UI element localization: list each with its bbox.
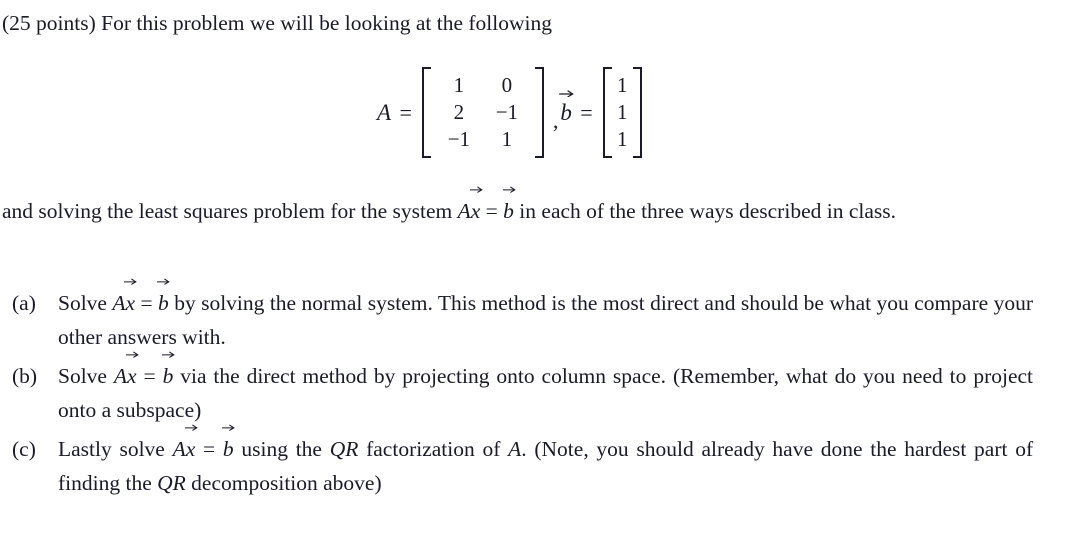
intro-paragraph: (25 points) For this problem we will be … xyxy=(2,11,552,35)
math-QR-second: QR xyxy=(157,471,186,495)
inline-equation-Ax-equals-b: Ax = b xyxy=(113,351,180,388)
math-QR-first: QR xyxy=(329,437,359,461)
item-label-b: (b) xyxy=(12,364,38,388)
matrix-cell: −1 xyxy=(495,100,519,124)
equation-row: A = 1 0 2 −1 −1 1 , b = 1 1 1 xyxy=(377,60,644,165)
math-vector-x: x xyxy=(124,278,138,320)
math-b: b xyxy=(158,291,169,315)
paragraph-text-before-math: and solving the least squares problem fo… xyxy=(2,199,453,223)
bracket-right-A xyxy=(534,67,544,158)
math-equals: = xyxy=(485,199,498,223)
math-b: b xyxy=(222,437,234,461)
matrix-row: 1 0 xyxy=(435,72,531,99)
matrix-row: 1 xyxy=(615,126,630,153)
least-squares-paragraph: and solving the least squares problem fo… xyxy=(2,186,1033,228)
vector-b: 1 1 1 xyxy=(602,67,642,158)
bracket-right-b xyxy=(632,67,642,158)
list-item-b: (b) Solve Ax = b via the direct method b… xyxy=(2,351,1034,427)
item-c-mid-text-2: factorization of xyxy=(366,437,501,461)
math-A-second: A xyxy=(508,437,522,461)
equals-sign-1: = xyxy=(399,99,412,125)
equals-sign-2: = xyxy=(580,99,593,125)
math-x: x xyxy=(125,291,136,315)
math-equals: = xyxy=(140,291,153,315)
matrix-cell: 1 xyxy=(616,73,628,97)
math-A: A xyxy=(113,364,128,388)
vector-arrow-icon xyxy=(469,186,483,193)
item-b-text-after-math: via the direct method by projecting onto… xyxy=(58,364,1034,422)
math-x: x xyxy=(185,437,196,461)
matrix-cell: 1 xyxy=(501,127,513,151)
vector-b-rows: 1 1 1 xyxy=(612,67,633,158)
math-vector-b: b xyxy=(502,186,516,228)
matrix-row: −1 1 xyxy=(435,126,531,153)
vector-arrow-icon xyxy=(559,89,575,97)
matrix-cell: 2 xyxy=(453,100,465,124)
matrix-cell: −1 xyxy=(447,127,471,151)
item-c-text-before-math: Lastly solve xyxy=(58,437,165,461)
math-vector-x: x xyxy=(469,186,483,228)
matrix-row: 1 xyxy=(615,99,630,126)
item-a-body: Solve Ax = b by solving the normal syste… xyxy=(58,278,1033,354)
math-vector-b: b xyxy=(157,278,171,320)
item-c-mid-text-1: using the xyxy=(241,437,322,461)
bracket-left-b xyxy=(602,67,612,158)
item-b-text-before-math: Solve xyxy=(58,364,107,388)
document-page: (25 points) For this problem we will be … xyxy=(0,0,1091,535)
math-x: x xyxy=(470,199,481,223)
item-label-a: (a) xyxy=(12,291,36,315)
item-a-text-after-math: by solving the normal system. This metho… xyxy=(58,291,1033,349)
math-b: b xyxy=(162,364,174,388)
list-item-c: (c) Lastly solve Ax = b using the QR fac… xyxy=(2,424,1033,500)
matrix-A: 1 0 2 −1 −1 1 xyxy=(421,67,544,158)
matrix-cell: 0 xyxy=(501,73,513,97)
equation-separator-comma: , xyxy=(552,107,559,133)
math-vector-b: b xyxy=(222,424,236,466)
vector-arrow-icon xyxy=(502,186,516,193)
math-A: A xyxy=(457,199,471,223)
item-b-body: Solve Ax = b via the direct method by pr… xyxy=(58,351,1034,427)
item-a-text-before-math: Solve xyxy=(58,291,107,315)
matrix-A-rows: 1 0 2 −1 −1 1 xyxy=(431,67,535,158)
math-vector-b: b xyxy=(161,351,175,393)
inline-equation-Ax-equals-b: Ax = b xyxy=(457,186,520,223)
inline-equation-Ax-equals-b: Ax = b xyxy=(172,424,242,461)
inline-equation-Ax-equals-b: Ax = b xyxy=(112,278,174,315)
item-c-mid-text-4: decomposition above) xyxy=(191,471,382,495)
paragraph-text-after-math: in each of the three ways described in c… xyxy=(519,199,896,223)
vector-arrow-icon xyxy=(124,278,138,285)
math-equals: = xyxy=(203,437,216,461)
item-label-c: (c) xyxy=(12,437,36,461)
vector-b-letter: b xyxy=(560,99,573,125)
matrix-A-label: A xyxy=(377,99,392,125)
matrix-row: 1 xyxy=(615,72,630,99)
math-A: A xyxy=(172,437,186,461)
matrix-cell: 1 xyxy=(453,73,465,97)
vector-arrow-icon xyxy=(157,278,171,285)
math-vector-x: x xyxy=(184,424,198,466)
math-equals: = xyxy=(143,364,156,388)
math-x: x xyxy=(127,364,137,388)
matrix-row: 2 −1 xyxy=(435,99,531,126)
vector-b-label: b xyxy=(559,89,575,126)
bracket-left-A xyxy=(421,67,431,158)
matrix-cell: 1 xyxy=(616,100,628,124)
math-vector-x: x xyxy=(125,351,139,393)
displayed-equation: A = 1 0 2 −1 −1 1 , b = 1 1 1 xyxy=(0,60,1091,170)
list-item-a: (a) Solve Ax = b by solving the normal s… xyxy=(2,278,1033,354)
item-c-body: Lastly solve Ax = b using the QR factori… xyxy=(58,424,1033,500)
matrix-cell: 1 xyxy=(616,127,628,151)
math-b: b xyxy=(503,199,514,223)
math-A: A xyxy=(112,291,126,315)
